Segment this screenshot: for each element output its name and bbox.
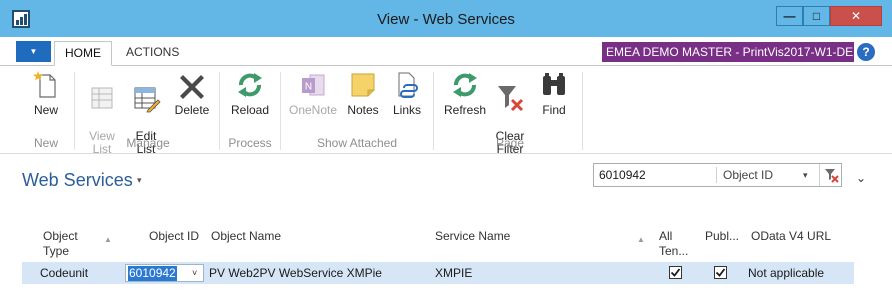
quick-filter: 6010942 Object ID ▾ [593,163,842,187]
links-button[interactable]: Links [388,70,426,117]
column-header-published[interactable]: Publ... [705,229,739,244]
application-menu-button[interactable]: ▼ [16,41,51,62]
close-button[interactable]: ✕ [830,6,882,26]
ribbon: New New View List Edit List Delete Manag… [0,66,892,156]
tab-home[interactable]: HOME [54,41,112,66]
help-icon[interactable]: ? [857,43,875,61]
checkmark-icon [715,268,726,277]
filter-divider [716,167,717,183]
column-header-all-tenants[interactable]: All Ten... [659,229,688,259]
page-title-caret-icon[interactable]: ▾ [137,175,142,186]
cell-object-id-editor[interactable]: 6010942 ˅ [125,264,204,282]
cell-object-id-value[interactable]: 6010942 [128,266,177,281]
clear-filter-icon[interactable] [819,164,842,186]
column-header-odata-url[interactable]: OData V4 URL [751,229,831,244]
onenote-button-label: OneNote [288,103,338,117]
group-label-manage: Manage [126,136,170,150]
reload-button[interactable]: Reload [228,70,272,117]
ribbon-separator [280,72,281,150]
window-title-bar: View - Web Services — □ ✕ [0,0,892,37]
delete-button[interactable]: Delete [172,70,212,117]
collapse-chevron-icon[interactable]: ⌄ [856,171,866,185]
reload-icon [238,73,262,97]
links-button-label: Links [392,103,421,117]
delete-x-icon [180,75,204,99]
paperclip-link-icon [398,72,418,98]
edit-list-icon [134,87,161,113]
ribbon-separator [74,72,75,150]
view-list-icon [91,87,113,109]
new-button[interactable]: New [28,70,64,117]
refresh-button-label: Refresh [443,103,487,117]
svg-text:N: N [305,82,312,93]
minimize-button[interactable]: — [776,6,803,26]
ribbon-separator [433,72,434,150]
filter-field-caret-icon[interactable]: ▾ [803,170,808,181]
cell-odata-url: Not applicable [748,266,825,280]
onenote-button[interactable]: N OneNote [288,70,338,117]
onenote-icon: N [302,74,325,96]
notes-button[interactable]: Notes [344,70,382,117]
clear-filter-icon [498,86,524,112]
refresh-button[interactable]: Refresh [442,70,488,117]
find-button[interactable]: Find [536,70,572,117]
maximize-button[interactable]: □ [803,6,830,26]
page-title[interactable]: Web Services [22,170,133,191]
ribbon-separator [219,72,220,150]
group-label-page: Page [495,136,525,150]
new-document-icon [33,71,56,98]
column-header-object-type[interactable]: Object Type [43,229,78,259]
company-banner[interactable]: EMEA DEMO MASTER - PrintVis2017-W1-DE... [602,42,854,62]
reload-button-label: Reload [230,103,270,117]
notes-button-label: Notes [347,103,379,117]
ribbon-separator [582,72,583,150]
tab-actions[interactable]: ACTIONS [116,41,189,66]
sort-ascending-icon[interactable]: ▲ [104,235,112,244]
checkmark-icon [670,268,681,277]
published-checkbox[interactable] [714,266,727,279]
group-label-new: New [33,136,58,150]
sticky-note-icon [351,73,375,97]
filter-value-input[interactable]: 6010942 [599,168,646,182]
column-header-object-name[interactable]: Object Name [211,229,281,244]
window-title: View - Web Services [377,11,515,28]
filter-field-select[interactable]: Object ID [723,168,773,182]
new-button-label: New [33,103,58,117]
group-label-process: Process [228,136,272,150]
find-button-label: Find [542,103,566,117]
cell-service-name: XMPIE [435,266,473,280]
column-header-service-name[interactable]: Service Name [435,229,510,244]
binoculars-icon [543,73,565,95]
sort-ascending-icon[interactable]: ▲ [637,235,645,244]
object-id-lookup-caret-icon[interactable]: ˅ [192,268,197,278]
all-tenants-checkbox[interactable] [669,266,682,279]
ribbon-tab-strip: ▼ HOME ACTIONS EMEA DEMO MASTER - PrintV… [0,37,892,66]
cell-object-type: Codeunit [40,266,89,280]
refresh-icon [453,73,477,97]
cell-object-name: PV Web2PV WebService XMPie [209,266,382,280]
column-header-object-id[interactable]: Object ID [149,229,199,244]
group-label-show-attached: Show Attached [316,136,398,150]
delete-button-label: Delete [174,103,210,117]
